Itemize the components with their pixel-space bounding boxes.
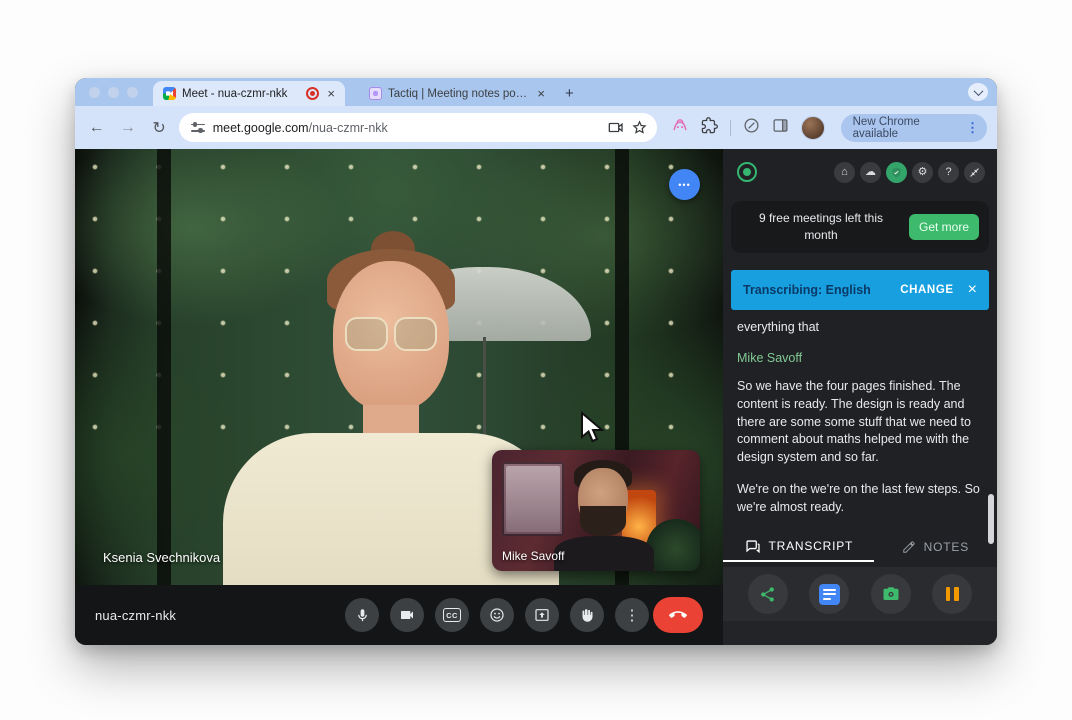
pause-transcription-button[interactable] [932, 574, 972, 614]
tab-title: Meet - nua-czmr-nkk [182, 88, 300, 100]
transcribing-banner: Transcribing: English CHANGE × [731, 270, 989, 310]
transcript-speaker: Mike Savoff [737, 350, 983, 368]
sidebar-footer-spacer [723, 621, 997, 645]
sidebar-tabs: TRANSCRIPT NOTES [723, 532, 997, 562]
extension-icons: New Chrome available ⋮ [671, 114, 987, 142]
transcript-panel[interactable]: everything that Mike Savoff So we have t… [723, 310, 997, 532]
close-window-icon[interactable] [89, 87, 100, 98]
google-docs-button[interactable] [809, 574, 849, 614]
recording-indicator-icon [306, 87, 319, 100]
tactiq-header: ⌂ ☁ ⚙ ? [723, 149, 997, 195]
tab-transcript-label: TRANSCRIPT [769, 539, 854, 553]
close-tab-icon[interactable]: × [535, 87, 547, 100]
bookmark-star-icon[interactable] [632, 120, 647, 135]
meet-favicon-icon [163, 87, 176, 100]
share-button[interactable] [748, 574, 788, 614]
minimize-window-icon[interactable] [108, 87, 119, 98]
chrome-update-button[interactable]: New Chrome available ⋮ [841, 114, 987, 142]
meeting-code-label: nua-czmr-nkk [95, 608, 176, 623]
browser-toolbar: ← → ↻ meet.google.com/nua-czmr-nkk [75, 106, 997, 149]
new-tab-button[interactable]: + [565, 85, 574, 102]
pip-video-tile[interactable]: Mike Savoff [492, 450, 700, 571]
pip-name-label: Mike Savoff [502, 549, 564, 563]
docs-icon [819, 584, 840, 605]
transcript-line: So we have the four pages finished. The … [737, 378, 983, 467]
back-button[interactable]: ← [85, 119, 108, 137]
main-video-tile[interactable]: Ksenia Svechnikova ••• Mike Savoff [75, 149, 723, 585]
pip-plant [646, 519, 700, 571]
microphone-button[interactable] [345, 598, 379, 632]
forward-button[interactable]: → [116, 119, 139, 137]
sidebar-scrollbar[interactable] [988, 494, 994, 544]
tab-notes-label: NOTES [924, 540, 969, 554]
pause-icon [946, 587, 959, 601]
transcript-line: everything that [737, 319, 983, 337]
tab-meet[interactable]: Meet - nua-czmr-nkk × [153, 81, 345, 106]
disconnect-icon[interactable] [964, 162, 985, 183]
usage-text: 9 free meetings left this month [741, 210, 901, 244]
extensions-puzzle-icon[interactable] [701, 117, 718, 139]
address-bar[interactable]: meet.google.com/nua-czmr-nkk [179, 113, 657, 142]
help-icon[interactable]: ? [938, 162, 959, 183]
change-language-button[interactable]: CHANGE [900, 284, 953, 296]
captions-icon: CC [443, 608, 462, 622]
mouse-cursor [580, 411, 606, 450]
tab-transcript[interactable]: TRANSCRIPT [723, 532, 874, 562]
pencil-icon [902, 540, 916, 554]
tab-search-chevron-icon[interactable] [968, 83, 988, 101]
pip-participant-body [554, 536, 654, 571]
toolbar-divider [730, 120, 731, 136]
home-icon[interactable]: ⌂ [834, 162, 855, 183]
browser-window: Meet - nua-czmr-nkk × Tactiq | Meeting n… [75, 78, 997, 645]
tab-camera-icon[interactable] [608, 121, 624, 134]
present-screen-button[interactable] [525, 598, 559, 632]
transcribing-label: Transcribing: English [743, 283, 892, 297]
get-more-button[interactable]: Get more [909, 214, 979, 240]
close-banner-icon[interactable]: × [968, 281, 977, 299]
reactions-button[interactable] [480, 598, 514, 632]
window-traffic-lights[interactable] [89, 87, 138, 98]
captions-button[interactable]: CC [435, 598, 469, 632]
camera-button[interactable] [390, 598, 424, 632]
tab-strip: Meet - nua-czmr-nkk × Tactiq | Meeting n… [75, 78, 997, 106]
pip-participant-beard [580, 506, 626, 536]
maximize-window-icon[interactable] [127, 87, 138, 98]
tactiq-extension-icon[interactable] [671, 117, 689, 138]
pip-window [502, 462, 564, 536]
site-settings-icon[interactable] [191, 122, 205, 134]
raise-hand-button[interactable] [570, 598, 604, 632]
tab-notes[interactable]: NOTES [874, 532, 997, 562]
side-panel-icon[interactable] [772, 117, 789, 139]
close-tab-icon[interactable]: × [325, 87, 337, 100]
transcript-line: We're on the we're on the last few steps… [737, 481, 983, 517]
tactiq-logo-icon [737, 162, 757, 182]
cloud-icon[interactable]: ☁ [860, 162, 881, 183]
reload-button[interactable]: ↻ [147, 118, 170, 138]
tab-tactiq[interactable]: Tactiq | Meeting notes powe × [359, 81, 555, 106]
meet-page: Ksenia Svechnikova ••• Mike Savoff [75, 149, 723, 645]
chat-bubble-icon [744, 539, 761, 554]
tactiq-sidebar: ⌂ ☁ ⚙ ? 9 free meetings left this month … [723, 149, 997, 645]
profile-avatar[interactable] [801, 116, 825, 140]
speed-dial-icon[interactable] [743, 117, 760, 139]
chrome-menu-icon[interactable]: ⋮ [966, 120, 979, 136]
settings-gear-icon[interactable]: ⚙ [912, 162, 933, 183]
tactiq-favicon-icon [369, 87, 382, 100]
participant-glasses [345, 317, 437, 351]
url-text[interactable]: meet.google.com/nua-czmr-nkk [213, 121, 600, 135]
sidebar-actions [723, 567, 997, 621]
shield-check-icon[interactable] [886, 162, 907, 183]
usage-banner: 9 free meetings left this month Get more [731, 201, 989, 253]
meet-control-bar: nua-czmr-nkk CC [75, 585, 723, 645]
tactiq-chat-bubble-button[interactable]: ••• [669, 169, 700, 200]
screenshot-camera-button[interactable] [871, 574, 911, 614]
end-call-button[interactable] [653, 597, 703, 633]
tab-title: Tactiq | Meeting notes powe [388, 88, 529, 100]
glass-door-frame-left [157, 149, 171, 585]
more-options-button[interactable]: ⋮ [615, 598, 649, 632]
participant-name-label: Ksenia Svechnikova [103, 550, 220, 565]
